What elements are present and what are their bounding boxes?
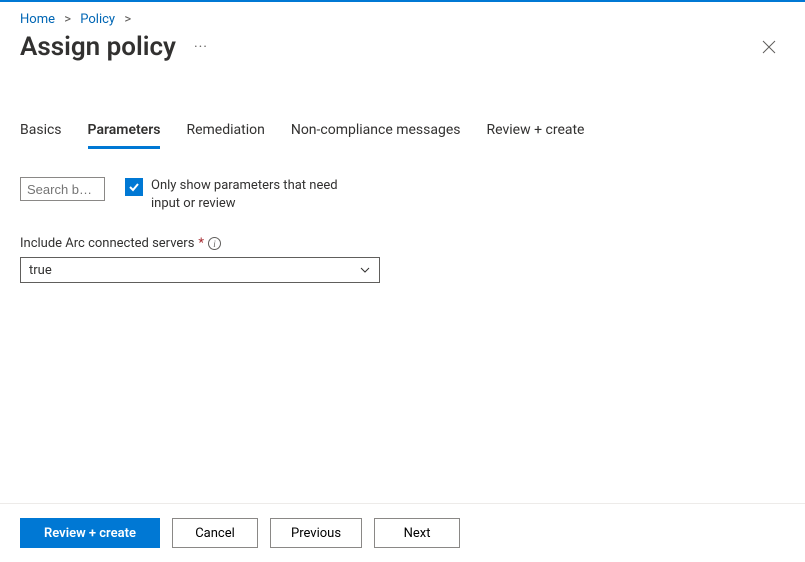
cancel-button[interactable]: Cancel — [172, 518, 258, 548]
breadcrumb: Home > Policy > — [0, 2, 805, 31]
tab-bar: Basics Parameters Remediation Non-compli… — [20, 118, 785, 149]
search-input[interactable] — [20, 177, 105, 201]
chevron-down-icon — [359, 264, 371, 276]
parameter-field: Include Arc connected servers * i true — [20, 236, 785, 283]
review-create-button[interactable]: Review + create — [20, 518, 160, 548]
tab-parameters[interactable]: Parameters — [88, 118, 161, 149]
breadcrumb-separator: > — [124, 12, 131, 27]
breadcrumb-separator: > — [64, 12, 71, 27]
only-show-needed-label: Only show parameters that need input or … — [151, 177, 365, 212]
filter-row: Only show parameters that need input or … — [20, 177, 785, 212]
page-title: Assign policy — [20, 32, 176, 62]
next-button[interactable]: Next — [374, 518, 460, 548]
spacer — [20, 283, 785, 500]
close-button[interactable] — [753, 31, 785, 63]
content-scroll-area[interactable]: Basics Parameters Remediation Non-compli… — [0, 90, 805, 500]
previous-button[interactable]: Previous — [270, 518, 362, 548]
dropdown-value: true — [29, 263, 52, 278]
breadcrumb-home[interactable]: Home — [20, 12, 55, 27]
tab-non-compliance-messages[interactable]: Non-compliance messages — [291, 118, 461, 149]
page-header: Assign policy ··· — [0, 31, 805, 71]
tab-remediation[interactable]: Remediation — [186, 118, 264, 149]
tab-review-create[interactable]: Review + create — [487, 118, 585, 149]
include-arc-servers-dropdown[interactable]: true — [20, 257, 380, 283]
more-actions-button[interactable]: ··· — [194, 39, 208, 55]
only-show-needed-checkbox[interactable] — [125, 178, 143, 196]
tab-basics[interactable]: Basics — [20, 118, 62, 149]
field-label-row: Include Arc connected servers * i — [20, 236, 785, 251]
only-show-needed-checkbox-container: Only show parameters that need input or … — [125, 177, 365, 212]
breadcrumb-policy[interactable]: Policy — [80, 12, 115, 27]
field-label: Include Arc connected servers — [20, 236, 194, 251]
info-icon[interactable]: i — [208, 237, 221, 250]
checkmark-icon — [128, 181, 140, 193]
close-icon — [762, 40, 776, 54]
required-indicator: * — [198, 236, 204, 251]
footer-action-bar: Review + create Cancel Previous Next — [0, 503, 805, 562]
